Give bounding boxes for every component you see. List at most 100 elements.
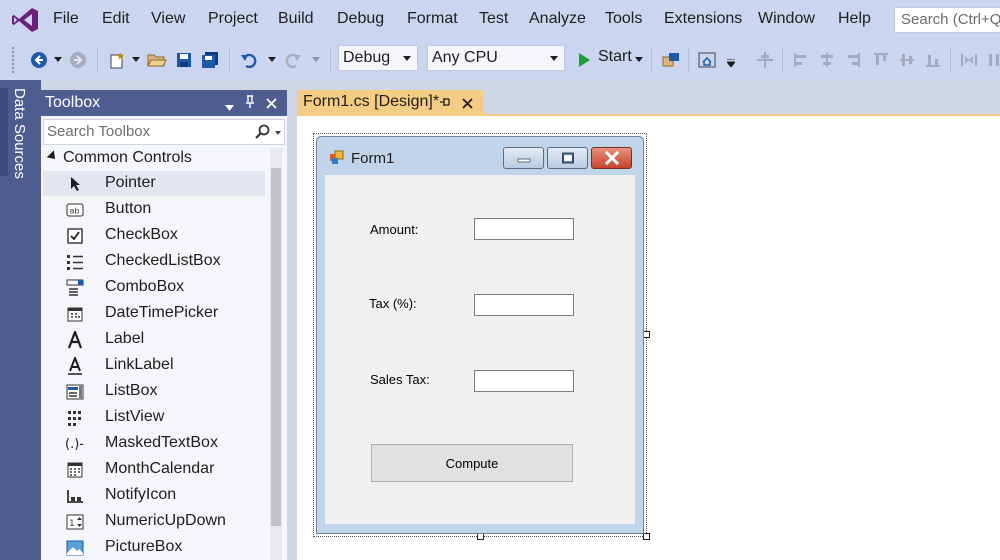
align-rights-icon[interactable] xyxy=(840,47,866,73)
amount-textbox[interactable] xyxy=(474,218,574,240)
toolbox-item-pointer[interactable]: Pointer xyxy=(43,171,265,196)
redo-icon[interactable] xyxy=(280,47,306,73)
toolbox-category-common-controls[interactable]: Common Controls xyxy=(46,149,192,167)
linklabel-icon xyxy=(65,356,85,376)
toolbox-item-label-control[interactable]: Label xyxy=(43,327,265,352)
toolbox-search-input[interactable]: Search Toolbox xyxy=(43,119,285,145)
maskedtextbox-icon: (.)- xyxy=(65,434,85,454)
menu-debug[interactable]: Debug xyxy=(337,10,384,28)
toolbox-panel: Toolbox Search Toolbox Common Controls P… xyxy=(41,90,287,560)
menu-analyze[interactable]: Analyze xyxy=(529,10,586,28)
toolbar-overflow-icon[interactable] xyxy=(726,58,736,68)
navigate-back-dropdown-icon[interactable] xyxy=(53,54,63,64)
align-centers-icon[interactable] xyxy=(814,47,840,73)
form-minimize-button[interactable] xyxy=(503,147,544,169)
menu-bar: File Edit View Project Build Debug Forma… xyxy=(0,0,1000,40)
search-icon[interactable] xyxy=(254,124,270,144)
align-tops-icon[interactable] xyxy=(868,47,894,73)
save-all-icon[interactable] xyxy=(197,47,223,73)
sales-tax-textbox[interactable] xyxy=(474,370,574,392)
align-to-grid-icon[interactable] xyxy=(752,47,778,73)
category-label: Common Controls xyxy=(63,149,192,166)
sales-tax-label: Sales Tax: xyxy=(370,372,430,387)
toolbox-item-notifyicon[interactable]: NotifyIcon xyxy=(43,483,265,508)
align-lefts-icon[interactable] xyxy=(788,47,814,73)
navigate-forward-icon[interactable] xyxy=(65,47,91,73)
menu-project[interactable]: Project xyxy=(208,10,258,28)
compute-button[interactable]: Compute xyxy=(371,444,573,482)
tax-percent-textbox[interactable] xyxy=(474,294,574,316)
start-dropdown-icon[interactable] xyxy=(634,54,644,64)
form-close-button[interactable] xyxy=(591,147,632,169)
toolbox-item-combobox[interactable]: ComboBox xyxy=(43,275,265,300)
toolbox-item-listbox[interactable]: ListBox xyxy=(43,379,265,404)
toolbox-scrollbar-thumb[interactable] xyxy=(271,168,281,526)
toolbox-item-label: ComboBox xyxy=(105,278,185,295)
toolbox-item-label: LinkLabel xyxy=(105,356,174,373)
visual-studio-logo-icon[interactable] xyxy=(10,6,40,34)
make-same-width-icon[interactable] xyxy=(956,47,982,73)
toolbox-scrollbar[interactable] xyxy=(270,148,282,560)
toolbox-item-datetimepicker[interactable]: DateTimePicker xyxy=(43,301,265,326)
window-position-dropdown-icon[interactable] xyxy=(225,98,234,115)
menu-extensions[interactable]: Extensions xyxy=(664,10,742,28)
view-designer-home-icon[interactable] xyxy=(694,47,720,73)
toolbox-item-picturebox[interactable]: PictureBox xyxy=(43,535,265,560)
solution-configuration-dropdown[interactable]: Debug xyxy=(338,45,418,71)
toolbar-separator xyxy=(782,47,783,73)
resize-handle-bottom-right[interactable] xyxy=(643,533,650,540)
search-options-dropdown-icon[interactable] xyxy=(275,131,281,135)
toolbox-item-label: DateTimePicker xyxy=(105,304,219,321)
menu-test[interactable]: Test xyxy=(479,10,508,28)
menu-format[interactable]: Format xyxy=(407,10,458,28)
form-maximize-button[interactable] xyxy=(547,147,588,169)
undo-dropdown-icon[interactable] xyxy=(267,54,277,64)
solution-platform-dropdown[interactable]: Any CPU xyxy=(427,45,565,71)
start-button-label[interactable]: Start xyxy=(598,48,632,66)
data-sources-tab-marker xyxy=(0,88,8,176)
menu-window[interactable]: Window xyxy=(758,10,815,28)
new-project-icon[interactable] xyxy=(104,47,130,73)
global-search-input[interactable]: Search (Ctrl+Q) xyxy=(894,7,1000,33)
tab-form1-design[interactable]: Form1.cs [Design]* xyxy=(297,90,483,116)
toolbox-item-linklabel[interactable]: LinkLabel xyxy=(43,353,265,378)
toolbox-title: Toolbox xyxy=(45,94,101,111)
undo-icon[interactable] xyxy=(236,47,262,73)
resize-handle-right[interactable] xyxy=(643,331,650,338)
menu-help[interactable]: Help xyxy=(838,10,871,28)
menu-edit[interactable]: Edit xyxy=(102,10,130,28)
start-play-icon[interactable] xyxy=(571,47,597,73)
menu-tools[interactable]: Tools xyxy=(605,10,642,28)
browser-link-icon[interactable] xyxy=(658,47,684,73)
resize-handle-bottom[interactable] xyxy=(477,533,484,540)
toolbox-item-listview[interactable]: ListView xyxy=(43,405,265,430)
toolbox-item-label: ListView xyxy=(105,408,165,425)
menu-file[interactable]: File xyxy=(53,10,79,28)
new-project-dropdown-icon[interactable] xyxy=(131,54,141,64)
expand-collapse-icon[interactable] xyxy=(46,150,59,163)
toolbox-item-button[interactable]: ab Button xyxy=(43,197,265,222)
toolbox-item-checkbox[interactable]: CheckBox xyxy=(43,223,265,248)
menu-build[interactable]: Build xyxy=(278,10,314,28)
pin-icon[interactable] xyxy=(439,95,451,112)
data-sources-tab[interactable]: Data Sources xyxy=(11,88,28,179)
pin-icon[interactable] xyxy=(245,95,255,113)
close-icon xyxy=(604,151,619,165)
menu-view[interactable]: View xyxy=(151,10,185,28)
navigate-back-icon[interactable] xyxy=(26,47,52,73)
toolbox-item-monthcalendar[interactable]: MonthCalendar xyxy=(43,457,265,482)
toolbar-grip[interactable] xyxy=(11,46,15,74)
amount-label: Amount: xyxy=(370,222,419,237)
close-icon[interactable] xyxy=(266,96,277,113)
close-icon[interactable] xyxy=(462,96,473,113)
save-icon[interactable] xyxy=(171,47,197,73)
toolbox-item-label: NumericUpDown xyxy=(105,512,226,529)
align-bottoms-icon[interactable] xyxy=(920,47,946,73)
toolbox-item-checkedlistbox[interactable]: CheckedListBox xyxy=(43,249,265,274)
redo-dropdown-icon[interactable] xyxy=(311,54,321,64)
open-folder-icon[interactable] xyxy=(144,47,170,73)
toolbar-overflow-icon[interactable] xyxy=(982,47,1000,73)
align-middles-icon[interactable] xyxy=(894,47,920,73)
toolbox-item-numericupdown[interactable]: 1 NumericUpDown xyxy=(43,509,265,534)
toolbox-item-maskedtextbox[interactable]: (.)- MaskedTextBox xyxy=(43,431,265,456)
